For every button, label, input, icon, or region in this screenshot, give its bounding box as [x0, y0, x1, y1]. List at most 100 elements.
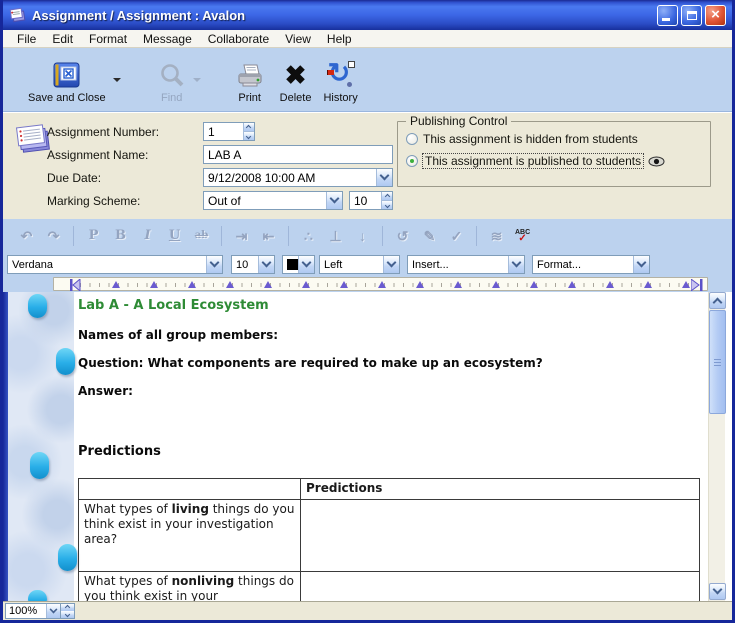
indent-less-icon[interactable]: ⇤ [260, 226, 277, 246]
find-button[interactable]: Find [153, 52, 191, 106]
tab-stop[interactable] [150, 281, 158, 288]
format-dropdown-icon[interactable] [633, 256, 649, 273]
italic-icon[interactable]: I [139, 226, 156, 246]
alignment-combobox[interactable]: Left [319, 255, 400, 274]
spin-up-icon[interactable] [382, 192, 392, 200]
approve-icon[interactable]: ✓ [448, 226, 465, 246]
left-indent-marker[interactable] [70, 279, 82, 291]
marking-points-stepper[interactable] [349, 191, 393, 210]
tab-stop[interactable] [682, 281, 690, 288]
tab-stop[interactable] [264, 281, 272, 288]
underline-icon[interactable]: U [166, 226, 183, 246]
color-dropdown-icon[interactable] [298, 256, 314, 273]
signature-icon[interactable]: ≋ [488, 226, 505, 246]
published-radio[interactable] [406, 155, 418, 167]
published-option-row[interactable]: This assignment is published to students [406, 154, 665, 168]
spell-check-icon[interactable]: ABC ✓ [515, 229, 530, 244]
ruler[interactable] [53, 277, 708, 291]
assignment-name-field[interactable] [203, 145, 393, 164]
menu-format[interactable]: Format [81, 31, 135, 47]
find-dropdown-caret[interactable] [193, 78, 201, 82]
zoom-dropdown-icon[interactable] [46, 604, 60, 618]
tab-stop[interactable] [454, 281, 462, 288]
baseline-icon[interactable]: ⊥ [327, 226, 344, 246]
menu-view[interactable]: View [277, 31, 319, 47]
marking-scheme-combobox[interactable]: Out of [203, 191, 343, 210]
pen-icon[interactable]: ✎ [421, 226, 438, 246]
plain-style-icon[interactable]: P [85, 226, 102, 246]
spin-down-icon[interactable] [244, 131, 254, 140]
marking-scheme-dropdown-icon[interactable] [326, 192, 342, 209]
insert-dropdown-icon[interactable] [508, 256, 524, 273]
tab-stop[interactable] [644, 281, 652, 288]
font-dropdown-icon[interactable] [206, 256, 222, 273]
tab-stop[interactable] [530, 281, 538, 288]
paragraph-spacing-icon[interactable]: ∴ [300, 226, 317, 246]
tab-stop[interactable] [378, 281, 386, 288]
assignment-number-input[interactable] [204, 125, 243, 139]
maximize-button[interactable] [681, 5, 702, 26]
vertical-scrollbar[interactable] [708, 292, 725, 601]
format-combobox[interactable]: Format... [532, 255, 650, 274]
print-button[interactable]: Print [231, 52, 269, 106]
menu-message[interactable]: Message [135, 31, 200, 47]
table-cell-nonliving-answer[interactable] [301, 572, 700, 602]
font-size-combobox[interactable]: 10 [231, 255, 275, 274]
tab-stop[interactable] [112, 281, 120, 288]
zoom-stepper[interactable] [61, 603, 75, 619]
tab-stop[interactable] [226, 281, 234, 288]
assignment-name-input[interactable] [204, 148, 392, 162]
menu-edit[interactable]: Edit [44, 31, 81, 47]
close-button[interactable]: × [705, 5, 726, 26]
strikethrough-icon[interactable]: ab [193, 226, 210, 246]
tab-stop[interactable] [302, 281, 310, 288]
assignment-number-stepper[interactable] [203, 122, 255, 141]
delete-button[interactable]: ✖ Delete [275, 52, 317, 106]
document-editor[interactable]: Lab A - A Local Ecosystem Names of all g… [3, 292, 732, 601]
revert-icon[interactable]: ↺ [394, 226, 411, 246]
assignment-number-spin-buttons[interactable] [243, 123, 254, 140]
right-indent-marker[interactable] [691, 279, 705, 291]
table-header-predictions[interactable]: Predictions [301, 479, 700, 500]
tab-stop[interactable] [416, 281, 424, 288]
table-header-empty[interactable] [79, 479, 301, 500]
menu-collaborate[interactable]: Collaborate [200, 31, 277, 47]
minimize-button[interactable] [657, 5, 678, 26]
font-color-combobox[interactable] [282, 255, 315, 274]
menu-file[interactable]: File [9, 31, 44, 47]
tab-stop[interactable] [568, 281, 576, 288]
spin-down-icon[interactable] [382, 200, 392, 209]
scroll-up-button[interactable] [709, 292, 726, 309]
zoom-up-icon[interactable] [61, 604, 74, 611]
due-date-combobox[interactable]: 9/12/2008 10:00 AM [203, 168, 393, 187]
save-and-close-button[interactable]: Save and Close [23, 52, 111, 106]
scroll-thumb[interactable] [709, 310, 726, 414]
hidden-option-row[interactable]: This assignment is hidden from students [406, 132, 638, 146]
insert-combobox[interactable]: Insert... [407, 255, 525, 274]
tab-stop[interactable] [340, 281, 348, 288]
scroll-down-button[interactable] [709, 583, 726, 600]
menu-help[interactable]: Help [319, 31, 360, 47]
indent-more-icon[interactable]: ⇥ [233, 226, 250, 246]
marking-points-spin-buttons[interactable] [381, 192, 392, 209]
hidden-radio[interactable] [406, 133, 418, 145]
font-size-dropdown-icon[interactable] [258, 256, 274, 273]
table-cell-nonliving-question[interactable]: What types of nonliving things do you th… [79, 572, 301, 602]
save-dropdown-caret[interactable] [113, 78, 121, 82]
zoom-control[interactable]: 100% [5, 603, 75, 619]
table-cell-living-answer[interactable] [301, 500, 700, 572]
marking-points-input[interactable] [350, 194, 381, 208]
redo-icon[interactable]: ↷ [45, 226, 62, 246]
undo-icon[interactable]: ↶ [18, 226, 35, 246]
table-cell-living-question[interactable]: What types of living things do you think… [79, 500, 301, 572]
tab-stop[interactable] [606, 281, 614, 288]
font-combobox[interactable]: Verdana [7, 255, 223, 274]
history-button[interactable]: ↻ History [318, 52, 362, 106]
move-down-icon[interactable]: ↓ [354, 226, 371, 246]
spin-up-icon[interactable] [244, 123, 254, 131]
tab-stop[interactable] [492, 281, 500, 288]
zoom-combobox[interactable]: 100% [5, 603, 61, 619]
bold-icon[interactable]: B [112, 226, 129, 246]
tab-stop[interactable] [188, 281, 196, 288]
alignment-dropdown-icon[interactable] [383, 256, 399, 273]
